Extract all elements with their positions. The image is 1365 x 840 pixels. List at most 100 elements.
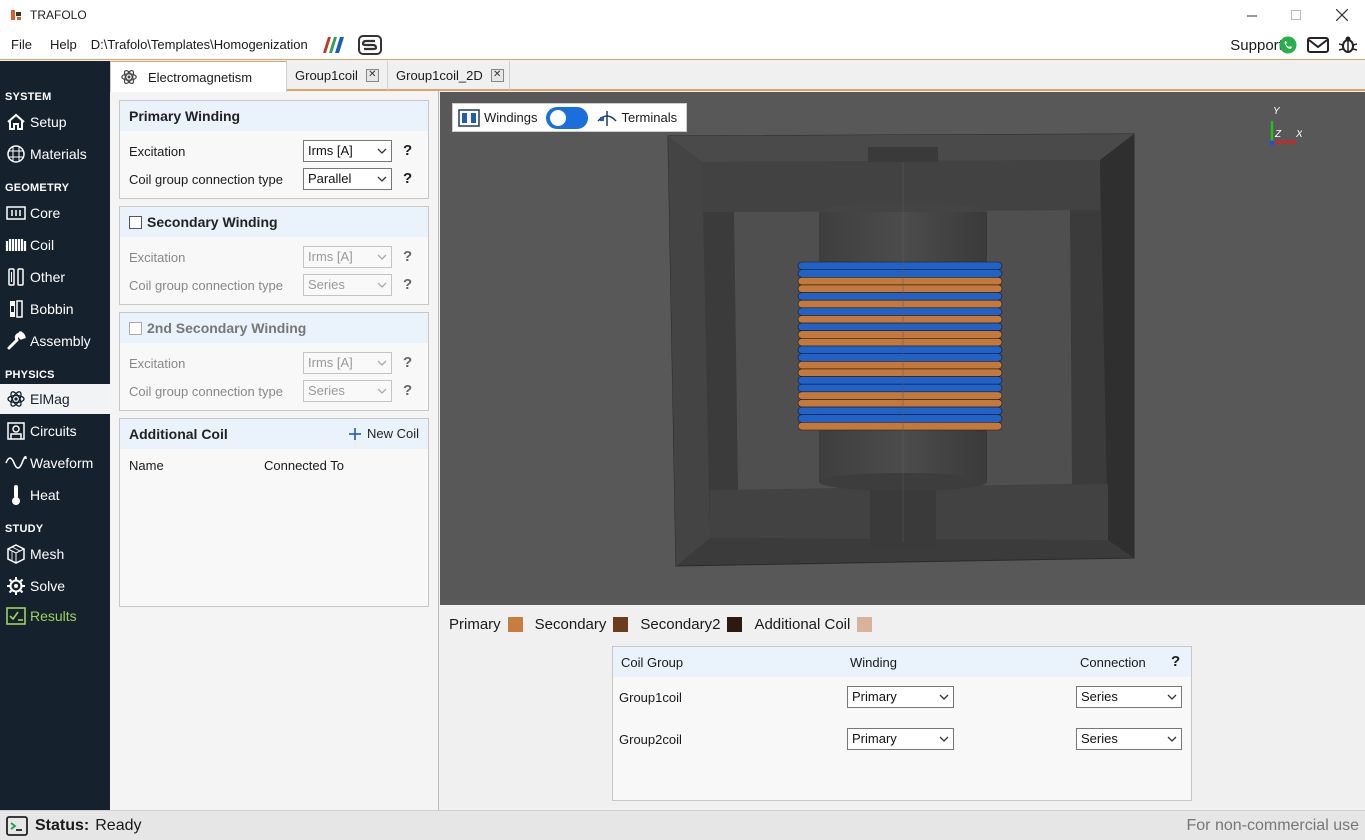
primary-connection-select[interactable]: Parallel xyxy=(303,168,392,190)
close-window-button[interactable] xyxy=(1319,0,1365,30)
close-tab-icon[interactable]: ✕ xyxy=(490,69,504,82)
sidebar-item-coil[interactable]: Coil xyxy=(0,230,110,260)
maximize-icon xyxy=(1290,9,1301,20)
sidebar: SYSTEM Setup Materials GEOMETRY Core Coi… xyxy=(0,61,110,810)
sidebar-item-waveform[interactable]: Waveform xyxy=(0,448,110,478)
coil-group-table: Coil Group Winding Connection ? Group1co… xyxy=(612,646,1192,801)
legend-secondary-label: Secondary xyxy=(534,616,607,633)
matlab-logo-icon[interactable] xyxy=(320,36,346,54)
mail-icon[interactable] xyxy=(1307,35,1329,55)
sidebar-item-setup[interactable]: Setup xyxy=(0,107,110,137)
header-winding: Winding xyxy=(850,655,897,670)
secondary-winding-header: Secondary Winding xyxy=(120,207,428,237)
legend-secondary2-swatch xyxy=(727,617,743,632)
tab-bar: Electromagnetism Group1coil ✕ Group1coil… xyxy=(110,61,1365,92)
secondary2-winding-header: 2nd Secondary Winding xyxy=(120,313,428,343)
secondary2-winding-checkbox[interactable] xyxy=(129,321,142,335)
connection-select[interactable]: Series xyxy=(1076,728,1182,750)
sidebar-item-core[interactable]: Core xyxy=(0,198,110,228)
bobbin-icon xyxy=(5,298,27,320)
tab-group1coil-2d[interactable]: Group1coil_2D ✕ xyxy=(388,61,510,90)
help-icon[interactable]: ? xyxy=(403,276,412,293)
coil-winding-stack xyxy=(797,261,1003,431)
menu-file[interactable]: File xyxy=(11,37,32,52)
transformer-model[interactable] xyxy=(440,92,1365,605)
connection-select[interactable]: Series xyxy=(1076,686,1182,708)
project-path: D:\Trafolo\Templates\Homogenization xyxy=(90,37,308,52)
secondary-excitation-select[interactable]: Irms [A] xyxy=(303,246,392,268)
circuit-icon xyxy=(5,420,27,442)
sim-logo-icon[interactable] xyxy=(357,34,382,55)
coil-group-area: Primary Secondary Secondary2 Additional … xyxy=(440,605,1365,810)
whatsapp-icon[interactable] xyxy=(1278,35,1298,55)
chevron-down-icon xyxy=(377,282,387,288)
3d-viewport[interactable]: Windings Terminals Y Z X xyxy=(440,92,1365,605)
tab-label: Group1coil xyxy=(295,68,358,83)
section-geometry: GEOMETRY xyxy=(5,182,70,194)
primary-excitation-select[interactable]: Irms [A] xyxy=(303,140,392,162)
column-name: Name xyxy=(129,458,164,473)
section-system: SYSTEM xyxy=(5,91,52,103)
results-check-icon xyxy=(5,605,27,627)
axis-triad: Y Z X xyxy=(1269,106,1302,146)
sidebar-item-elmag[interactable]: ElMag xyxy=(0,384,110,414)
help-icon[interactable]: ? xyxy=(403,170,412,187)
status-bar: Status: Ready For non-commercial use xyxy=(0,810,1365,840)
mesh-cube-icon xyxy=(5,543,27,565)
primary-winding-title: Primary Winding xyxy=(120,101,428,131)
help-icon[interactable]: ? xyxy=(403,248,412,265)
sidebar-item-results[interactable]: Results xyxy=(0,601,110,631)
tab-electromagnetism[interactable]: Electromagnetism xyxy=(110,61,287,92)
sidebar-item-solve[interactable]: Solve xyxy=(0,571,110,601)
legend-primary-label: Primary xyxy=(449,616,501,633)
help-icon[interactable]: ? xyxy=(1171,653,1180,670)
sidebar-item-other[interactable]: Other xyxy=(0,262,110,292)
section-study: STUDY xyxy=(5,523,44,535)
status-label: Status: xyxy=(35,816,90,834)
header-coil-group: Coil Group xyxy=(621,655,684,670)
sidebar-item-mesh[interactable]: Mesh xyxy=(0,539,110,569)
windings-icon xyxy=(458,108,480,127)
gear-icon xyxy=(5,575,27,597)
sidebar-item-heat[interactable]: Heat xyxy=(0,480,110,510)
secondary-winding-checkbox[interactable] xyxy=(129,215,142,229)
windings-terminals-toggle[interactable] xyxy=(546,106,589,129)
coil-icon xyxy=(5,234,27,256)
axis-y-label: Y xyxy=(1273,106,1281,117)
tab-label: Electromagnetism xyxy=(148,69,253,85)
axis-x-label: X xyxy=(1295,129,1302,140)
bug-icon[interactable] xyxy=(1338,35,1358,55)
sidebar-item-circuits[interactable]: Circuits xyxy=(0,416,110,446)
secondary-excitation-label: Excitation xyxy=(129,250,186,265)
chevron-down-icon xyxy=(939,736,949,742)
sidebar-item-assembly[interactable]: Assembly xyxy=(0,326,110,356)
help-icon[interactable]: ? xyxy=(403,354,412,371)
minimize-button[interactable] xyxy=(1229,0,1275,30)
close-tab-icon[interactable]: ✕ xyxy=(365,69,379,82)
primary-connection-label: Coil group connection type xyxy=(129,172,283,187)
chevron-down-icon xyxy=(377,388,387,394)
new-coil-button[interactable]: New Coil xyxy=(348,426,419,441)
help-icon[interactable]: ? xyxy=(403,142,412,159)
secondary2-excitation-select[interactable]: Irms [A] xyxy=(303,352,392,374)
secondary-connection-select[interactable]: Series xyxy=(303,274,392,296)
winding-select[interactable]: Primary xyxy=(847,728,954,750)
tab-group1coil[interactable]: Group1coil ✕ xyxy=(287,61,388,90)
winding-select[interactable]: Primary xyxy=(847,686,954,708)
table-row-group: Group2coil xyxy=(619,732,682,747)
windings-label: Windings xyxy=(484,110,538,125)
help-icon[interactable]: ? xyxy=(403,382,412,399)
secondary2-connection-select[interactable]: Series xyxy=(303,380,392,402)
header-connection: Connection xyxy=(1080,655,1146,670)
close-icon xyxy=(1336,9,1348,21)
legend-primary-swatch xyxy=(507,617,523,632)
settings-panel: Primary Winding Excitation Irms [A] ? Co… xyxy=(110,91,439,810)
terminal-icon[interactable] xyxy=(6,815,28,836)
sidebar-item-bobbin[interactable]: Bobbin xyxy=(0,294,110,324)
home-icon xyxy=(5,111,27,133)
menu-help[interactable]: Help xyxy=(50,37,77,52)
sidebar-item-materials[interactable]: Materials xyxy=(0,139,110,169)
chevron-down-icon xyxy=(377,176,387,182)
chevron-down-icon xyxy=(377,254,387,260)
maximize-button[interactable] xyxy=(1273,0,1319,30)
